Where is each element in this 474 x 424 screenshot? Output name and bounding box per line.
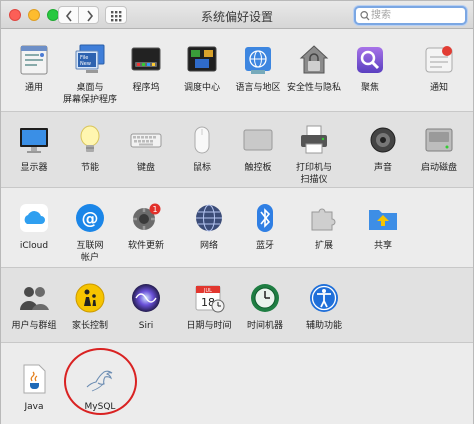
pref-label: 聚焦: [360, 83, 379, 93]
pref-label: 蓝牙: [255, 241, 274, 251]
printer-icon: [298, 124, 330, 156]
siri-icon: [130, 282, 162, 314]
language-icon: [242, 44, 274, 76]
pref-label: 时间机器: [246, 321, 283, 331]
pref-label: 打印机与 扫描仪: [295, 163, 332, 185]
pref-label: 扩展: [314, 241, 333, 251]
trackpad-icon: [242, 124, 274, 156]
section-hardware: 显示器 节能 键盘 鼠标 触控板 打印机与 扫描仪 声音 启动磁盘: [1, 112, 473, 188]
date-time-icon: JUL 18: [193, 282, 225, 314]
pref-label: Java: [24, 402, 44, 412]
pref-label: 辅助功能: [305, 321, 342, 331]
mysql-icon: [84, 363, 116, 395]
keyboard-icon: [130, 124, 162, 156]
pref-label: 启动磁盘: [420, 163, 457, 173]
pref-label: 通知: [429, 83, 448, 93]
section-internet: iCloud @ 互联网 帐户 1 软件更新 网络 蓝牙 扩展 共享: [1, 188, 473, 268]
update-badge-count: 1: [152, 205, 157, 214]
general-icon: [18, 44, 50, 76]
accessibility-icon: [308, 282, 340, 314]
title-bar: 系统偏好设置: [1, 1, 473, 29]
java-icon: [18, 363, 50, 395]
sound-icon: [367, 124, 399, 156]
section-system: 用户与群组 家长控制 Siri JUL 18 日期与时间 时间机器 辅助功能: [1, 268, 473, 343]
bluetooth-icon: [249, 202, 281, 234]
notifications-icon: [423, 44, 455, 76]
network-icon: [193, 202, 225, 234]
security-icon: [298, 44, 330, 76]
desktop-icon-text: New: [80, 61, 91, 67]
sharing-icon: [367, 202, 399, 234]
icloud-icon: [18, 202, 50, 234]
mission-control-icon: [186, 44, 218, 76]
mouse-icon: [186, 124, 218, 156]
system-preferences-window: 系统偏好设置 通用 File New 桌: [0, 0, 474, 424]
parental-icon: [74, 282, 106, 314]
users-icon: [18, 282, 50, 314]
section-other: Java MySQL: [1, 343, 473, 424]
dock-icon: [130, 44, 162, 76]
internet-accounts-icon: @: [74, 202, 106, 234]
software-update-icon: 1: [130, 202, 162, 234]
time-machine-icon: [249, 282, 281, 314]
display-icon: [18, 124, 50, 156]
startup-disk-icon: [423, 124, 455, 156]
svg-text:@: @: [82, 209, 99, 229]
calendar-month: JUL: [203, 288, 212, 294]
search-input[interactable]: [371, 8, 461, 23]
pref-label: MySQL: [84, 402, 116, 412]
search-field[interactable]: [354, 6, 467, 25]
pref-label: Siri: [138, 321, 154, 331]
section-personal: 通用 File New 桌面与 屏幕保护程序 程序坞 调度中心 语言与地区 安全…: [1, 30, 473, 112]
desktop-icon: File New: [74, 44, 106, 76]
search-icon: [360, 11, 370, 21]
energy-icon: [74, 124, 106, 156]
pref-label: 共享: [373, 241, 392, 251]
extensions-icon: [308, 202, 340, 234]
pref-label: 软件更新: [127, 241, 164, 251]
spotlight-icon: [354, 44, 386, 76]
